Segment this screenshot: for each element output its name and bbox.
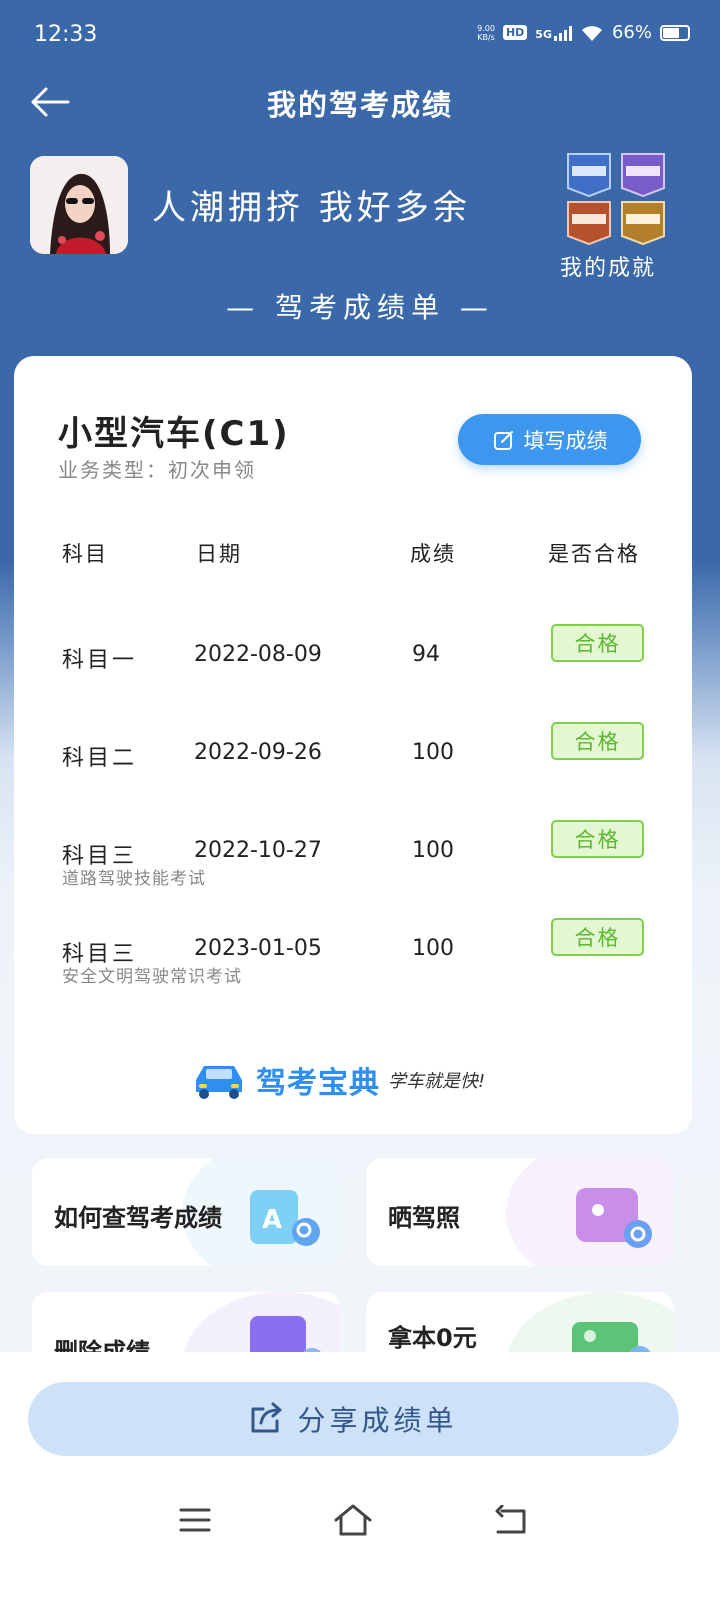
photo-icon	[576, 1188, 652, 1248]
row-subject: 科目一	[62, 648, 138, 673]
wifi-icon	[581, 25, 602, 41]
hd-icon: HD	[502, 25, 528, 40]
fill-score-button[interactable]: 填写成绩	[458, 414, 641, 465]
brand-name: 驾考宝典	[256, 1066, 380, 1101]
report-subtitle: — 驾考成绩单 —	[226, 291, 494, 324]
row-subject: 科目二	[62, 746, 138, 771]
my-achievements-link[interactable]: 我的成就	[560, 250, 656, 282]
back-nav-button[interactable]	[492, 1504, 528, 1541]
tile-show-license[interactable]: 晒驾照	[366, 1158, 674, 1266]
battery-icon	[660, 24, 690, 41]
column-header-pass: 是否合格	[548, 542, 640, 566]
row-score: 100	[412, 740, 454, 765]
row-score: 100	[412, 936, 454, 961]
menu-icon	[179, 1508, 211, 1532]
brand-slogan: 学车就是快!	[388, 1071, 486, 1092]
row-subject-note: 道路驾驶技能考试	[62, 869, 206, 889]
row-date: 2023-01-05	[194, 936, 322, 961]
status-icons: 9.00 KB/s HD 5G 66%	[477, 22, 690, 43]
table-row: 科目三 安全文明驾驶常识考试 2023-01-05 100 合格	[14, 918, 692, 1034]
battery-percent: 66%	[611, 22, 652, 43]
tile-how-to-check[interactable]: 如何查驾考成绩 A	[32, 1158, 340, 1266]
car-icon	[196, 1066, 242, 1099]
signal-icon: 5G	[535, 25, 572, 41]
page-title: 我的驾考成绩	[266, 88, 453, 122]
business-type: 业务类型：初次申领	[58, 458, 256, 482]
share-icon	[251, 1402, 282, 1433]
pass-badge: 合格	[551, 820, 644, 858]
home-nav-button[interactable]	[332, 1502, 374, 1542]
row-score: 100	[412, 838, 454, 863]
brand-logo: 驾考宝典 学车就是快!	[190, 1056, 520, 1104]
avatar[interactable]	[30, 156, 128, 254]
pass-badge: 合格	[551, 918, 644, 956]
column-header-score: 成绩	[410, 542, 456, 566]
row-score: 94	[412, 642, 440, 667]
column-header-date: 日期	[196, 542, 242, 566]
avatar-image	[30, 156, 128, 254]
status-bar: 12:33 9.00 KB/s HD 5G 66%	[0, 0, 720, 72]
row-date: 2022-08-09	[194, 642, 322, 667]
tile-label: 晒驾照	[388, 1204, 460, 1232]
return-icon	[495, 1504, 526, 1534]
score-card: 小型汽车(C1) 业务类型：初次申领 填写成绩 科目 日期 成绩 是否合格 科目…	[14, 356, 692, 1134]
badge-icon	[567, 153, 665, 246]
tile-label: 拿本0元	[388, 1324, 477, 1352]
share-report-button[interactable]: 分享成绩单	[28, 1382, 679, 1456]
search-doc-icon: A	[250, 1190, 320, 1246]
pass-badge: 合格	[551, 722, 644, 760]
menu-nav-button[interactable]	[178, 1505, 212, 1539]
fill-score-label: 填写成绩	[523, 428, 608, 453]
share-label: 分享成绩单	[297, 1404, 458, 1437]
row-date: 2022-10-27	[194, 838, 322, 863]
row-date: 2022-09-26	[194, 740, 322, 765]
home-icon	[334, 1504, 372, 1536]
net-speed: 9.00 KB/s	[477, 23, 495, 42]
tile-label: 如何查驾考成绩	[54, 1204, 222, 1232]
achievement-badges[interactable]	[562, 150, 672, 250]
status-time: 12:33	[34, 22, 98, 47]
pass-badge: 合格	[551, 624, 644, 662]
license-type: 小型汽车(C1)	[58, 414, 290, 454]
user-nickname: 人潮拥挤 我好多余	[152, 188, 471, 228]
svg-text:A: A	[262, 1205, 282, 1235]
edit-icon	[493, 430, 513, 450]
row-subject-note: 安全文明驾驶常识考试	[62, 967, 242, 987]
column-header-subject: 科目	[62, 542, 108, 566]
